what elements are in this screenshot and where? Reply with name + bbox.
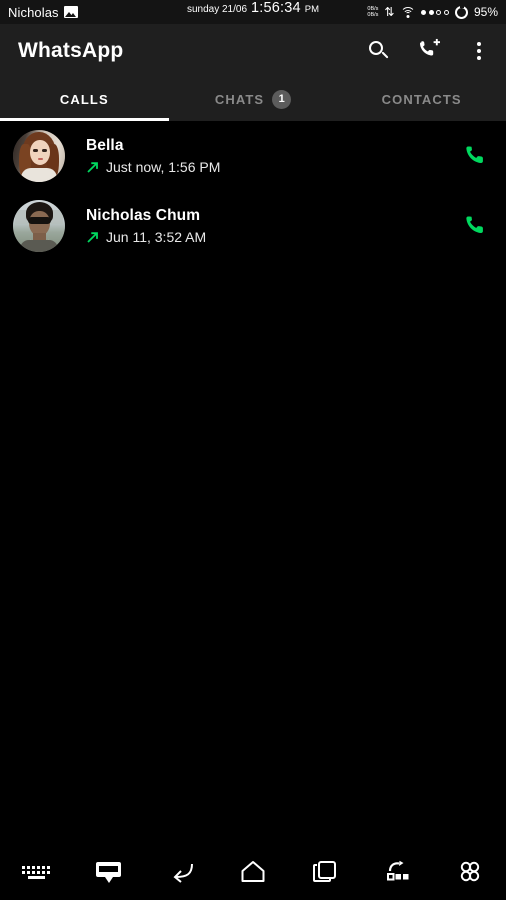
contact-name: Nicholas Chum bbox=[86, 207, 201, 224]
message-box-icon[interactable] bbox=[72, 844, 144, 900]
active-tab-indicator bbox=[0, 118, 169, 121]
tab-contacts[interactable]: CONTACTS bbox=[337, 77, 506, 121]
page-title: WhatsApp bbox=[18, 38, 124, 62]
avatar[interactable] bbox=[13, 130, 65, 182]
call-info: Nicholas Chum Jun 11, 3:52 AM bbox=[86, 207, 206, 245]
call-timestamp: Just now, 1:56 PM bbox=[106, 159, 221, 175]
battery-percentage: 95% bbox=[473, 5, 498, 19]
tab-bar: CALLS CHATS 1 CONTACTS bbox=[0, 77, 506, 121]
network-speed-down: 0B/s bbox=[367, 12, 379, 18]
signal-dots-icon bbox=[421, 9, 449, 15]
status-bar: Nicholas sunday 21/06 1:56:34 PM 0B/s 0B… bbox=[0, 0, 506, 24]
outgoing-call-arrow bbox=[86, 231, 99, 244]
battery-ring-icon bbox=[454, 4, 468, 19]
chats-unread-badge: 1 bbox=[272, 89, 292, 109]
call-log-row[interactable]: Nicholas Chum Jun 11, 3:52 AM bbox=[0, 191, 506, 261]
app-toolbar: WhatsApp bbox=[0, 24, 506, 77]
wifi-icon bbox=[400, 6, 416, 18]
call-meta: Just now, 1:56 PM bbox=[86, 159, 220, 175]
system-nav-bar bbox=[0, 844, 506, 900]
avatar[interactable] bbox=[13, 200, 65, 252]
call-log-row[interactable]: Bella Just now, 1:56 PM bbox=[0, 121, 506, 191]
network-speed-indicator: 0B/s 0B/s bbox=[367, 6, 378, 18]
recent-apps-icon[interactable] bbox=[289, 844, 361, 900]
apps-grid-icon[interactable] bbox=[434, 844, 506, 900]
overflow-menu-icon[interactable] bbox=[466, 38, 492, 64]
call-button-icon[interactable] bbox=[462, 142, 490, 170]
back-icon[interactable] bbox=[145, 844, 217, 900]
status-bar-right: 0B/s 0B/s ⇅ 95% bbox=[367, 4, 498, 19]
tab-calls[interactable]: CALLS bbox=[0, 77, 169, 121]
call-button-icon[interactable] bbox=[462, 212, 490, 240]
call-meta: Jun 11, 3:52 AM bbox=[86, 229, 206, 245]
calls-list: Bella Just now, 1:56 PM Nicholas Chum Ju… bbox=[0, 121, 506, 261]
call-info: Bella Just now, 1:56 PM bbox=[86, 137, 220, 175]
tab-contacts-label: CONTACTS bbox=[381, 91, 462, 107]
screenshot-rotate-icon[interactable] bbox=[361, 844, 433, 900]
status-bar-date: sunday 21/06 bbox=[186, 4, 248, 15]
status-bar-ampm: PM bbox=[304, 4, 320, 15]
toolbar-actions bbox=[366, 38, 492, 64]
outgoing-call-arrow bbox=[86, 161, 99, 174]
tab-calls-label: CALLS bbox=[59, 91, 109, 107]
phone-screen: Nicholas sunday 21/06 1:56:34 PM 0B/s 0B… bbox=[0, 0, 506, 900]
new-call-icon[interactable] bbox=[416, 38, 442, 64]
keyboard-icon[interactable] bbox=[0, 844, 72, 900]
status-bar-left: Nicholas bbox=[8, 5, 78, 20]
contact-name: Bella bbox=[86, 137, 124, 154]
call-timestamp: Jun 11, 3:52 AM bbox=[106, 229, 207, 245]
tab-chats-label: CHATS bbox=[214, 91, 265, 107]
home-icon[interactable] bbox=[217, 844, 289, 900]
status-bar-username: Nicholas bbox=[8, 4, 59, 20]
data-transfer-icon: ⇅ bbox=[384, 5, 395, 19]
image-icon bbox=[63, 6, 78, 18]
tab-chats[interactable]: CHATS 1 bbox=[169, 77, 338, 121]
search-icon[interactable] bbox=[366, 38, 392, 64]
status-bar-time: 1:56:34 bbox=[251, 0, 301, 16]
